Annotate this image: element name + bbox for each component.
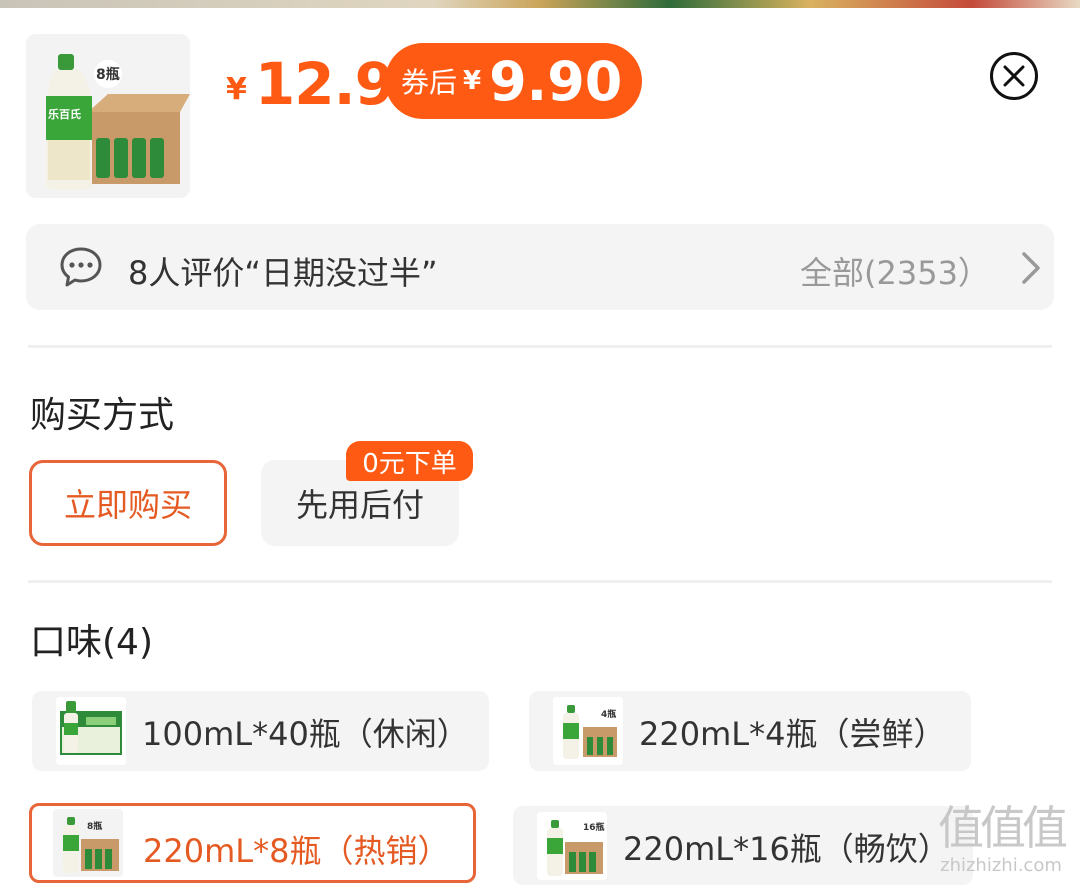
- watermark-url: zhizhizhi.com: [940, 855, 1062, 876]
- review-summary-text: 8人评价“日期没过半”: [128, 254, 438, 292]
- chat-bubble-icon: [60, 247, 102, 287]
- section-divider: [28, 580, 1052, 583]
- coupon-currency-symbol: ¥: [463, 66, 482, 96]
- close-button[interactable]: [990, 52, 1038, 100]
- review-summary-bar[interactable]: 8人评价“日期没过半” 全部(2353）: [26, 224, 1054, 310]
- coupon-label: 券后: [401, 66, 458, 99]
- flavor-thumb-badge: 8瓶: [87, 822, 103, 832]
- coupon-price-value: 9.90: [489, 49, 623, 113]
- flavor-thumb-badge: 4瓶: [601, 710, 617, 720]
- flavor-label: 220mL*16瓶（畅饮）: [623, 830, 950, 868]
- purchase-method-title: 购买方式: [30, 395, 175, 436]
- price-currency-symbol: ¥: [226, 71, 247, 107]
- underlying-page-strip: [0, 0, 1080, 8]
- flavor-thumb-badge: 16瓶: [583, 823, 605, 833]
- flavor-thumb: 8瓶: [53, 809, 123, 877]
- close-icon: [1003, 65, 1025, 87]
- chevron-right-icon: [1022, 252, 1040, 284]
- pay-later-badge: 0元下单: [346, 441, 473, 481]
- product-image: 8瓶 乐百氏: [26, 34, 190, 198]
- flavor-option-220ml-16[interactable]: 16瓶 220mL*16瓶（畅饮）: [513, 806, 973, 885]
- price-value: 12.9: [254, 50, 395, 118]
- flavor-option-220ml-4[interactable]: 4瓶 220mL*4瓶（尝鲜）: [529, 691, 971, 771]
- product-thumb-brand: 乐百氏: [48, 108, 81, 121]
- section-divider: [28, 345, 1052, 348]
- product-thumb-badge: 8瓶: [96, 67, 120, 83]
- flavor-thumb: 4瓶: [553, 697, 623, 765]
- flavor-label: 220mL*8瓶（热销）: [143, 832, 450, 870]
- flavor-option-100ml-40[interactable]: 100mL*40瓶（休闲）: [32, 691, 489, 771]
- coupon-price-pill: 券后 ¥ 9.90: [385, 43, 642, 119]
- flavor-thumb: 16瓶: [537, 812, 607, 880]
- flavor-label: 100mL*40瓶（休闲）: [142, 715, 469, 753]
- review-all-count: 全部(2353）: [800, 254, 990, 292]
- flavor-label: 220mL*4瓶（尝鲜）: [639, 715, 946, 753]
- buy-now-option[interactable]: 立即购买: [29, 460, 227, 546]
- flavor-option-220ml-8[interactable]: 8瓶 220mL*8瓶（热销）: [29, 803, 476, 883]
- buy-now-label: 立即购买: [63, 486, 192, 524]
- site-watermark: 值值值 zhizhizhi.com: [928, 800, 1074, 885]
- pay-later-badge-text: 0元下单: [362, 448, 457, 479]
- pay-later-label: 先用后付: [295, 486, 424, 524]
- original-price: ¥ 12.9: [226, 48, 395, 120]
- watermark-logo-text: 值值值: [938, 801, 1068, 855]
- flavor-title: 口味(4): [30, 622, 153, 663]
- flavor-thumb: [56, 697, 126, 765]
